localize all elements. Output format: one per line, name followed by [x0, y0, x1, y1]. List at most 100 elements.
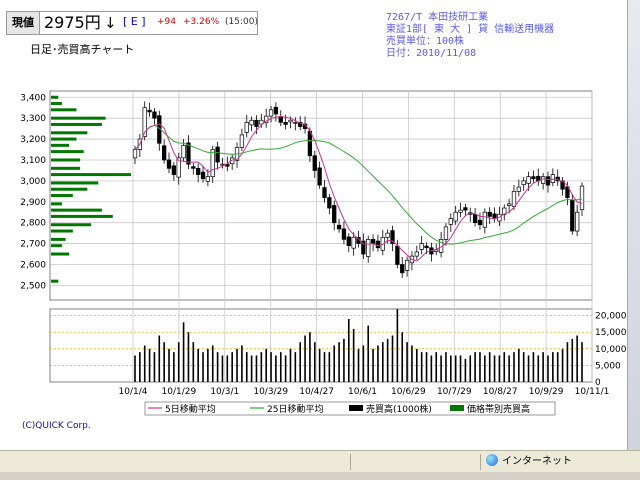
candle-body — [477, 219, 483, 226]
volume-bar — [318, 348, 321, 382]
price-volume-bar — [51, 143, 70, 147]
candle-body — [463, 207, 468, 211]
candle-body — [205, 176, 211, 182]
candle-body — [443, 226, 449, 240]
volume-bar — [241, 345, 243, 382]
volume-bar — [362, 345, 365, 382]
legend-swatch — [349, 405, 363, 411]
volume-bar — [581, 342, 583, 382]
candle-body — [215, 146, 220, 163]
price-volume-bar — [51, 208, 102, 212]
volume-bar — [542, 352, 544, 382]
volume-bar — [221, 355, 224, 382]
price-volume-bar — [51, 137, 77, 141]
volume-bar — [503, 352, 506, 382]
candle-body — [341, 228, 347, 240]
volume-bar — [406, 342, 408, 382]
price-volume-bar — [51, 108, 77, 112]
candle-body — [458, 209, 463, 213]
volume-bar — [139, 352, 141, 382]
legend-label: 25日移動平均 — [267, 403, 323, 415]
candle-body — [346, 236, 351, 247]
window-edge — [627, 0, 640, 450]
volume-bar — [299, 342, 301, 382]
candle-body — [336, 224, 342, 230]
volume-bar — [532, 352, 535, 382]
volume-bar — [527, 355, 530, 382]
volume-bar — [493, 355, 496, 382]
candle-body — [453, 211, 458, 222]
candle-body — [395, 245, 400, 265]
price-tick-label: 2,500 — [20, 281, 46, 291]
price-volume-bar — [51, 194, 73, 197]
candle-body — [579, 185, 585, 211]
volume-bar — [328, 352, 331, 382]
volume-bar — [294, 352, 297, 382]
volume-bar — [391, 335, 394, 382]
volume-bar — [445, 352, 447, 382]
price-volume-bar — [51, 214, 113, 218]
volume-bar — [250, 355, 253, 382]
candle-body — [570, 199, 575, 232]
volume-bar — [270, 352, 272, 382]
status-bar: インターネット — [0, 450, 640, 473]
stock-chart: 2,500 2,600 2,700 2,800 2,900 3,000 3,100 3,200… — [20, 90, 627, 416]
price-tick-label: 3,100 — [20, 156, 46, 166]
price-volume-bar — [51, 102, 62, 106]
price-volume-bar — [51, 131, 88, 135]
candle-body — [283, 121, 288, 125]
candle-body — [186, 142, 191, 165]
date-tick-label: 10/8/27 — [483, 387, 518, 397]
candle-body — [424, 245, 429, 249]
volume-bar — [177, 342, 180, 382]
volume-bar — [381, 342, 384, 382]
volume-bar — [518, 348, 520, 382]
volume-bar — [197, 348, 199, 382]
date-tick-label: 10/6/29 — [391, 387, 426, 397]
candle-body — [492, 213, 497, 219]
volume-bar — [207, 348, 209, 382]
globe-icon — [486, 454, 498, 466]
candle-body — [327, 197, 332, 209]
price-volume-bar — [51, 158, 81, 162]
candle-body — [526, 176, 531, 184]
volume-bar — [323, 352, 326, 382]
candle-body — [540, 176, 546, 184]
date-tick-label: 10/7/29 — [437, 387, 472, 397]
price-tick-label: 2,700 — [20, 240, 46, 250]
volume-bar — [255, 355, 258, 382]
volume-bar — [279, 352, 282, 382]
volume-bar — [576, 335, 578, 382]
volume-bar — [484, 355, 486, 382]
price-volume-bar — [51, 122, 102, 126]
candle-body — [268, 109, 274, 117]
volume-bar — [440, 355, 442, 382]
price-tick-label: 3,000 — [20, 177, 46, 187]
candle-body — [244, 121, 249, 133]
price-volume-bar — [51, 237, 66, 241]
volume-bar — [469, 355, 472, 382]
candle-body — [196, 167, 201, 175]
volume-bar — [338, 342, 340, 382]
candle-body — [200, 171, 206, 180]
volume-bar — [430, 355, 433, 382]
price-tick-label: 3,200 — [20, 135, 46, 145]
volume-bar — [401, 332, 404, 382]
volume-bar — [459, 355, 462, 382]
price-tick-label: 2,900 — [20, 198, 46, 208]
candle-body — [191, 166, 196, 169]
candle-body — [516, 186, 521, 192]
volume-bar — [420, 352, 423, 382]
candle-body — [147, 109, 152, 113]
volume-bar — [143, 345, 146, 382]
volume-bar — [396, 309, 399, 382]
volume-bar — [474, 352, 476, 382]
legend-label: 売買高(1000株) — [366, 403, 432, 415]
volume-bar — [182, 322, 185, 382]
volume-plot-area — [49, 308, 593, 383]
volume-tick-label: 5,000 — [595, 361, 621, 371]
volume-bar — [284, 355, 287, 382]
volume-tick-label: 20,000 — [595, 312, 627, 322]
candle-body — [414, 251, 419, 257]
volume-bar — [245, 352, 248, 382]
